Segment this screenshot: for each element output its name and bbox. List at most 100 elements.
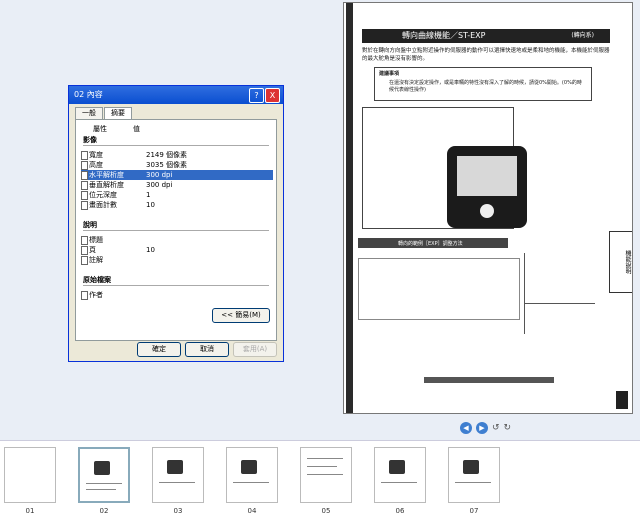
property-value: 3035 個像素 <box>146 161 188 169</box>
section-divider <box>83 230 269 231</box>
property-key: 水平解析度 <box>89 171 124 179</box>
steps-box <box>358 258 520 320</box>
close-button[interactable]: X <box>265 88 280 103</box>
help-button[interactable]: ? <box>249 88 264 103</box>
curve-graph-1 <box>524 253 595 304</box>
section-image-label: 影像 <box>83 136 97 144</box>
transmitter-screen <box>457 156 517 196</box>
thumbnail-page[interactable] <box>226 447 278 503</box>
thumbnail-line <box>455 482 491 483</box>
document-title-sub: (轉向系) <box>571 32 594 39</box>
cancel-button[interactable]: 取消 <box>185 342 229 357</box>
value-column-header[interactable]: 值 <box>133 124 140 134</box>
section-image: 影像 <box>81 135 273 145</box>
list-item[interactable]: 作者 <box>81 290 273 300</box>
properties-dialog: 02 內容 ? X 一般 摘要 屬性 值 影像 寬度 2149 個像素 高度 303… <box>68 85 284 362</box>
property-icon <box>81 151 88 160</box>
dialog-title: 02 內容 <box>74 90 103 99</box>
ok-button[interactable]: 確定 <box>137 342 181 357</box>
property-key: 作者 <box>89 291 103 299</box>
list-item[interactable]: 寬度 2149 個像素 <box>81 150 273 160</box>
dialog-titlebar: 02 內容 ? X <box>69 86 283 104</box>
thumbnail-label: 02 <box>99 507 109 515</box>
thumbnail-line <box>86 489 116 490</box>
footer-bar <box>424 377 554 383</box>
list-header: 屬性 值 <box>81 124 273 134</box>
tab-summary[interactable]: 摘要 <box>104 107 132 119</box>
property-icon <box>81 246 88 255</box>
thumbnail-line <box>307 474 343 475</box>
document-title: 轉向曲線機能／ST-EXP (轉向系) <box>362 29 610 43</box>
thumbnail-preview <box>167 460 183 474</box>
simple-view-button[interactable]: << 簡易(M) <box>212 308 270 323</box>
viewer-toolbar: ◀ ▶ ↺ ↻ <box>460 422 511 434</box>
section-divider <box>83 145 269 146</box>
page-binding-edge <box>346 3 353 413</box>
thumbnail-page[interactable] <box>300 447 352 503</box>
section2-bar: 轉向的範例［EXP］調整方法 <box>358 238 508 248</box>
rotate-left-icon[interactable]: ↺ <box>492 423 500 433</box>
thumbnail-label: 06 <box>395 507 405 515</box>
section2-title: 轉向的範例［EXP］調整方法 <box>398 241 463 247</box>
list-item[interactable]: 垂直解析度 300 dpi <box>81 180 273 190</box>
list-item[interactable]: 標題 <box>81 235 273 245</box>
list-item-selected[interactable]: 水平解析度 300 dpi <box>81 170 273 180</box>
property-value: 10 <box>146 246 155 254</box>
property-key: 高度 <box>89 161 103 169</box>
thumbnail-label: 05 <box>321 507 331 515</box>
note-box: 建議事項 在還沒有決定設定操作，或是車輛的特性沒有深入了解的時候，請從0%開始。… <box>374 67 592 101</box>
thumbnail-preview <box>241 460 257 474</box>
transmitter-illustration <box>447 146 527 228</box>
section-origin-label: 原始檔案 <box>83 276 111 284</box>
dialog-buttons: 確定 取消 套用(A) <box>137 342 277 357</box>
thumbnail-strip: 01 02 03 04 05 06 07 <box>0 440 640 522</box>
thumbnail-page[interactable] <box>152 447 204 503</box>
section-origin: 原始檔案 <box>81 275 273 285</box>
property-key: 寬度 <box>89 151 103 159</box>
property-column-header[interactable]: 屬性 <box>93 124 107 134</box>
property-key: 標題 <box>89 236 103 244</box>
thumbnail-page-selected[interactable] <box>78 447 130 503</box>
curve-graph-2 <box>524 303 595 334</box>
thumbnail-page[interactable] <box>448 447 500 503</box>
thumbnail-preview <box>389 460 405 474</box>
property-key: 註解 <box>89 256 103 264</box>
list-item[interactable]: 註解 <box>81 255 273 265</box>
thumbnail-page[interactable] <box>4 447 56 503</box>
rotate-right-icon[interactable]: ↻ <box>504 423 512 433</box>
list-item[interactable]: 位元深度 1 <box>81 190 273 200</box>
property-value: 300 dpi <box>146 181 173 189</box>
image-viewer: 轉向曲線機能／ST-EXP (轉向系) 對於在轉向方向盤中立點附近操作的伺服器的… <box>0 0 640 440</box>
document-intro: 對於在轉向方向盤中立點附近操作的伺服器的動作可以選擇快速地或是柔和地的機能，本機… <box>362 48 610 62</box>
section-description-label: 說明 <box>83 221 97 229</box>
thumbnail-page[interactable] <box>374 447 426 503</box>
thumbnail-label: 07 <box>469 507 479 515</box>
property-key: 頁 <box>89 246 96 254</box>
list-item[interactable]: 頁 10 <box>81 245 273 255</box>
apply-button[interactable]: 套用(A) <box>233 342 277 357</box>
property-value: 1 <box>146 191 151 199</box>
edit-icon <box>81 291 88 300</box>
side-tab: 機能說明 <box>609 231 632 293</box>
thumbnail-line <box>159 482 195 483</box>
document-page: 轉向曲線機能／ST-EXP (轉向系) 對於在轉向方向盤中立點附近操作的伺服器的… <box>343 2 633 414</box>
property-icon <box>81 191 88 200</box>
list-item[interactable]: 畫面計數 10 <box>81 200 273 210</box>
note-text: 在還沒有決定設定操作，或是車輛的特性沒有深入了解的時候，請從0%開始。(0%的時… <box>389 80 582 93</box>
previous-page-button[interactable]: ◀ <box>460 422 472 434</box>
dialog-tabs: 一般 摘要 <box>75 107 133 119</box>
thumbnail-preview <box>463 460 479 474</box>
thumbnail-line <box>307 458 343 459</box>
property-value: 2149 個像素 <box>146 151 188 159</box>
thumbnail-label: 03 <box>173 507 183 515</box>
section-description: 說明 <box>81 220 273 230</box>
note-heading: 建議事項 <box>379 71 400 77</box>
thumbnail-line <box>233 482 269 483</box>
list-item[interactable]: 高度 3035 個像素 <box>81 160 273 170</box>
property-icon <box>81 181 88 190</box>
properties-list[interactable]: 屬性 值 影像 寬度 2149 個像素 高度 3035 個像素 水平解析度 300 d… <box>81 124 273 300</box>
next-page-button[interactable]: ▶ <box>476 422 488 434</box>
section-divider <box>83 285 269 286</box>
tab-general[interactable]: 一般 <box>75 107 103 119</box>
summary-panel: 屬性 值 影像 寬度 2149 個像素 高度 3035 個像素 水平解析度 300 d… <box>75 119 277 341</box>
